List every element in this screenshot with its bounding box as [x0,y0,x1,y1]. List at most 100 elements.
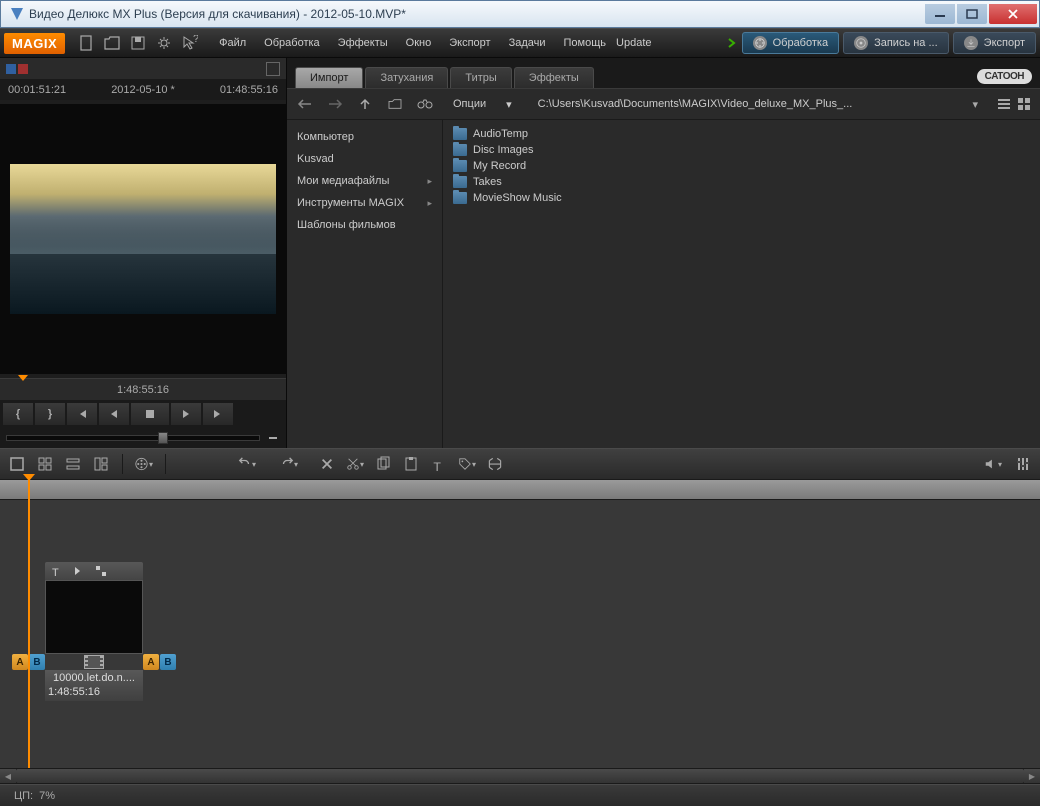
tab-fades[interactable]: Затухания [365,67,448,88]
undo-icon[interactable]: ▾ [238,455,256,473]
sidebar-mymedia[interactable]: Мои медиафайлы▸ [287,170,442,192]
marker-a[interactable]: A [143,654,159,670]
slider-thumb[interactable] [158,432,168,444]
file-item[interactable]: Disc Images [453,142,1030,158]
scroll-right-button[interactable]: ▶ [1024,769,1040,783]
maximize-button[interactable] [957,4,987,24]
menu-update[interactable]: Update [608,33,659,53]
skip-start-button[interactable] [66,402,98,426]
tab-import[interactable]: Импорт [295,67,363,88]
view-list-icon[interactable] [996,96,1012,112]
skip-end-button[interactable] [202,402,234,426]
cpu-value: 7% [39,790,55,802]
maximize-clip-icon [95,565,107,577]
mode-burn-label: Запись на ... [874,37,938,49]
mode-edit-button[interactable]: Обработка [742,32,839,54]
3d-toggle-icon[interactable] [6,62,30,76]
tab-effects[interactable]: Эффекты [514,67,594,88]
marker-b[interactable]: B [29,654,45,670]
timeline-toolbar: ▾ ▾ ▾ ▾ T ▾ ▾ [0,448,1040,480]
file-item[interactable]: Takes [453,174,1030,190]
menu-window[interactable]: Окно [398,33,440,53]
options-label: Опции [453,98,486,110]
mixer-icon[interactable] [1014,455,1032,473]
menu-edit[interactable]: Обработка [256,33,327,53]
next-button[interactable] [170,402,202,426]
options-dropdown[interactable]: Опции ▾ [445,96,520,113]
film-reel-icon[interactable]: ▾ [135,455,153,473]
sidebar-magix-tools[interactable]: Инструменты MAGIX▸ [287,192,442,214]
redo-icon[interactable]: ▾ [280,455,298,473]
nav-back-icon[interactable] [295,96,315,112]
new-file-icon[interactable] [77,34,95,52]
detach-window-icon[interactable] [266,62,280,76]
scroll-thumb[interactable] [16,769,1024,783]
menu-tasks[interactable]: Задачи [501,33,554,53]
tab-titles[interactable]: Титры [450,67,511,88]
path-display[interactable]: C:\Users\Kusvad\Documents\MAGIX\Video_de… [530,96,963,112]
menu-file[interactable]: Файл [211,33,254,53]
timecode-center: 2012-05-10 * [111,84,175,96]
scroll-left-button[interactable]: ◀ [0,769,16,783]
save-icon[interactable] [129,34,147,52]
preview-panel: 00:01:51:21 2012-05-10 * 01:48:55:16 1:4… [0,58,287,448]
mark-in-button[interactable]: { [2,402,34,426]
film-reel-icon [753,36,767,50]
view-multicam-icon[interactable] [92,455,110,473]
timeline-tracks[interactable]: T A B A B 10000.let.do.n.... 1:48:55:16 [0,500,1040,768]
preview-viewport[interactable] [0,104,286,374]
sidebar-computer[interactable]: Компьютер [287,126,442,148]
nav-up-icon[interactable] [355,96,375,112]
file-item[interactable]: AudioTemp [453,126,1030,142]
folder-icon [453,144,467,156]
mark-out-button[interactable]: } [34,402,66,426]
mute-icon[interactable]: ▾ [984,455,1002,473]
sidebar-kusvad[interactable]: Kusvad [287,148,442,170]
close-button[interactable] [989,4,1037,24]
sidebar-templates[interactable]: Шаблоны фильмов [287,214,442,236]
zoom-out-icon[interactable] [266,431,280,445]
mode-export-button[interactable]: Экспорт [953,32,1036,54]
chevron-down-icon[interactable]: ▾ [972,98,978,111]
file-item[interactable]: My Record [453,158,1030,174]
slider-track[interactable] [6,435,260,441]
copy-icon[interactable] [374,455,392,473]
view-timeline-icon[interactable] [64,455,82,473]
group-icon[interactable] [486,455,504,473]
settings-icon[interactable] [155,34,173,52]
paste-icon[interactable] [402,455,420,473]
marker-a[interactable]: A [12,654,28,670]
timeline-scrollbar[interactable]: ◀ ▶ [0,768,1040,784]
view-single-icon[interactable] [8,455,26,473]
menu-export[interactable]: Экспорт [441,33,498,53]
file-item[interactable]: MovieShow Music [453,190,1030,206]
delete-icon[interactable] [318,455,336,473]
marker-b[interactable]: B [160,654,176,670]
open-file-icon[interactable] [103,34,121,52]
mode-burn-button[interactable]: Запись на ... [843,32,949,54]
view-quad-icon[interactable] [36,455,54,473]
disc-icon [854,36,868,50]
prev-button[interactable] [98,402,130,426]
catooh-badge[interactable]: CATOOH [977,69,1032,84]
playhead[interactable] [28,478,30,768]
stop-button[interactable] [130,402,170,426]
preview-timeline-ruler[interactable]: 1:48:55:16 [0,378,286,400]
clip-name: 10000.let.do.n.... [48,671,140,685]
preview-scrub-slider[interactable] [0,428,286,448]
brand-logo: MAGIX [4,33,65,54]
help-pointer-icon[interactable]: ? [181,34,199,52]
binoculars-icon[interactable] [415,96,435,112]
scroll-track[interactable] [16,769,1024,783]
tag-icon[interactable]: ▾ [458,455,476,473]
folder-icon[interactable] [385,96,405,112]
minimize-button[interactable] [925,4,955,24]
cut-icon[interactable]: ▾ [346,455,364,473]
nav-forward-icon[interactable] [325,96,345,112]
video-clip[interactable]: T A B A B 10000.let.do.n.... 1:48:55:16 [45,562,176,701]
menu-help[interactable]: Помощь [556,33,615,53]
menu-effects[interactable]: Эффекты [330,33,396,53]
view-grid-icon[interactable] [1016,96,1032,112]
timeline-ruler[interactable] [0,480,1040,500]
title-tool-icon[interactable]: T [430,455,448,473]
